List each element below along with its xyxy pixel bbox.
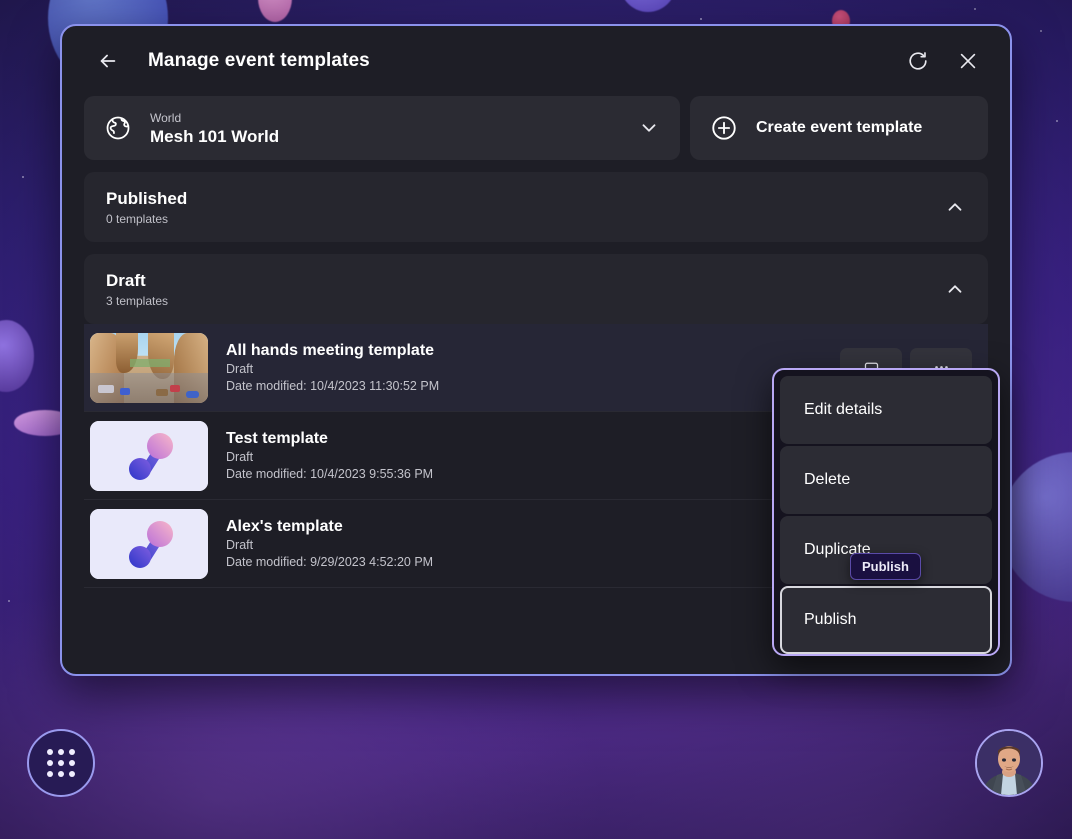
back-arrow-icon[interactable] <box>88 41 128 81</box>
create-event-template-button[interactable]: Create event template <box>690 96 988 160</box>
mesh-logo-icon <box>90 420 208 491</box>
publish-tooltip: Publish <box>850 553 921 580</box>
chevron-up-icon[interactable] <box>944 278 966 300</box>
section-published-subtitle: 0 templates <box>106 211 169 226</box>
chevron-down-icon <box>638 117 660 139</box>
menu-item-edit-details[interactable]: Edit details <box>780 376 992 444</box>
globe-icon <box>104 114 132 142</box>
world-selector-text: World Mesh 101 World <box>150 110 638 147</box>
refresh-icon[interactable] <box>898 41 938 81</box>
template-thumbnail <box>90 332 208 403</box>
section-draft-text: Draft 3 templates <box>106 270 944 309</box>
section-draft-subtitle: 3 templates <box>106 293 169 308</box>
section-draft-title: Draft <box>106 270 146 290</box>
menu-item-delete[interactable]: Delete <box>780 446 992 514</box>
template-date-modified: Date modified: 10/4/2023 11:30:52 PM <box>226 379 440 393</box>
section-header-draft[interactable]: Draft 3 templates <box>84 254 988 324</box>
world-label: World <box>150 110 182 125</box>
avatar[interactable] <box>975 729 1043 797</box>
user-avatar-icon <box>977 731 1041 795</box>
menu-item-publish[interactable]: Publish <box>780 586 992 654</box>
close-icon[interactable] <box>948 41 988 81</box>
create-event-template-label: Create event template <box>756 119 923 136</box>
app-grid-dots <box>47 749 75 777</box>
template-context-menu: Edit details Delete Duplicate Publish <box>772 368 1000 656</box>
section-published-text: Published 0 templates <box>106 188 944 227</box>
template-name: All hands meeting template <box>226 342 435 359</box>
world-selector[interactable]: World Mesh 101 World <box>84 96 680 160</box>
app-grid-icon[interactable] <box>27 729 95 797</box>
template-thumbnail <box>90 508 208 579</box>
template-info: All hands meeting template Draft Date mo… <box>226 340 840 395</box>
page-title: Manage event templates <box>148 50 370 71</box>
plus-circle-icon <box>710 114 738 142</box>
mesh-logo-icon <box>90 508 208 579</box>
chevron-up-icon[interactable] <box>944 196 966 218</box>
world-value: Mesh 101 World <box>150 126 280 146</box>
dialog-titlebar: Manage event templates <box>62 26 1010 96</box>
section-published-title: Published <box>106 188 188 208</box>
toolbar-row: World Mesh 101 World Create event templa… <box>62 96 1010 160</box>
section-header-published[interactable]: Published 0 templates <box>84 172 988 242</box>
template-state: Draft <box>226 362 254 376</box>
template-thumbnail <box>90 420 208 491</box>
virtual-world-scene-icon <box>90 332 208 403</box>
